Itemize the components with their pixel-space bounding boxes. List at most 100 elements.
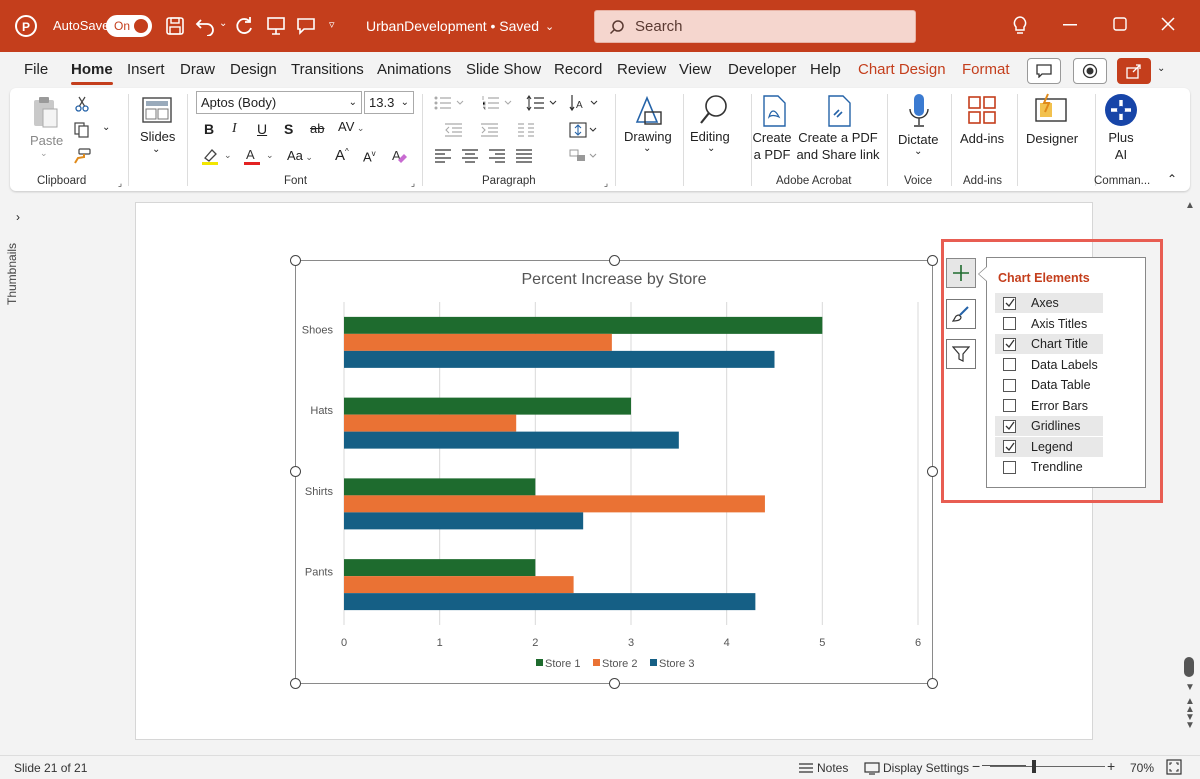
align-right-icon[interactable] bbox=[486, 146, 508, 166]
columns-icon[interactable] bbox=[515, 120, 537, 140]
redo-icon[interactable] bbox=[234, 16, 254, 36]
bar-chart[interactable]: Percent Increase by Store Pants Shirts Hat… bbox=[295, 260, 933, 684]
font-name-select[interactable]: Aptos (Body) ⌄ bbox=[196, 91, 362, 114]
highlight-dropdown-icon[interactable]: ⌄ bbox=[224, 150, 232, 161]
resize-handle-right[interactable] bbox=[927, 466, 938, 477]
close-icon[interactable] bbox=[1161, 17, 1175, 31]
create-share-pdf-button[interactable]: Create a PDF and Share link bbox=[796, 129, 880, 163]
fit-slide-icon[interactable] bbox=[1166, 759, 1182, 775]
lightbulb-icon[interactable] bbox=[1011, 15, 1029, 37]
scroll-up-icon[interactable]: ▲ bbox=[1185, 200, 1195, 211]
chart-title[interactable]: Percent Increase by Store bbox=[522, 271, 707, 288]
copy-icon[interactable] bbox=[72, 120, 92, 140]
search-input[interactable]: Search bbox=[594, 10, 916, 43]
checkbox[interactable] bbox=[1003, 358, 1016, 371]
editing-search-icon[interactable] bbox=[696, 91, 732, 129]
drawing-shapes-icon[interactable] bbox=[630, 93, 666, 129]
bar[interactable] bbox=[344, 512, 584, 530]
checkbox[interactable] bbox=[1003, 378, 1016, 392]
resize-handle-top-left[interactable] bbox=[290, 255, 301, 266]
dictate-dropdown-icon[interactable]: ⌄ bbox=[914, 146, 922, 157]
slides-icon[interactable] bbox=[138, 94, 176, 126]
maximize-icon[interactable] bbox=[1113, 17, 1127, 31]
record-button[interactable] bbox=[1073, 58, 1107, 84]
change-case-button[interactable]: Aa ⌄ bbox=[287, 148, 313, 163]
create-pdf-button[interactable]: Create a PDF bbox=[746, 129, 798, 163]
chart-element-chart-title[interactable]: Chart Title bbox=[995, 334, 1103, 354]
paste-icon[interactable] bbox=[30, 94, 60, 130]
clear-formatting-icon[interactable]: A bbox=[390, 146, 410, 166]
chart-element-axis-titles[interactable]: Axis Titles bbox=[995, 314, 1103, 334]
zoom-out-button[interactable]: − bbox=[972, 758, 980, 774]
copy-dropdown-icon[interactable]: ⌄ bbox=[102, 122, 110, 133]
clipboard-launcher-icon[interactable]: ⌟ bbox=[115, 178, 125, 188]
line-spacing-icon[interactable] bbox=[524, 93, 564, 113]
tab-design[interactable]: Design bbox=[230, 61, 277, 78]
resize-handle-top-right[interactable] bbox=[927, 255, 938, 266]
checkbox[interactable] bbox=[1003, 460, 1016, 474]
autosave-toggle[interactable]: On bbox=[106, 15, 152, 37]
checkbox[interactable] bbox=[1003, 440, 1016, 453]
addins-button[interactable]: Add-ins bbox=[960, 131, 1004, 146]
underline-button[interactable]: U bbox=[257, 121, 267, 137]
bar[interactable] bbox=[344, 414, 517, 432]
resize-handle-left[interactable] bbox=[290, 466, 301, 477]
bullets-icon[interactable] bbox=[432, 93, 476, 113]
align-center-icon[interactable] bbox=[459, 146, 481, 166]
zoom-slider-thumb[interactable] bbox=[1032, 760, 1036, 773]
tab-view[interactable]: View bbox=[679, 61, 711, 78]
align-left-icon[interactable] bbox=[432, 146, 454, 166]
bar[interactable] bbox=[344, 593, 756, 611]
resize-handle-bottom-left[interactable] bbox=[290, 678, 301, 689]
font-size-select[interactable]: 13.3 ⌄ bbox=[364, 91, 414, 114]
editing-dropdown-icon[interactable]: ⌄ bbox=[707, 143, 715, 154]
tab-animations[interactable]: Animations bbox=[377, 61, 451, 78]
shrink-font-button[interactable]: Av bbox=[363, 149, 376, 164]
tab-home[interactable]: Home bbox=[71, 61, 113, 85]
format-painter-icon[interactable] bbox=[72, 146, 92, 166]
bar[interactable] bbox=[344, 316, 823, 334]
grow-font-button[interactable]: A^ bbox=[335, 147, 349, 164]
comments-button[interactable] bbox=[1027, 58, 1061, 84]
customize-toolbar-icon[interactable]: ▿ bbox=[329, 18, 335, 31]
text-direction-icon[interactable]: A bbox=[568, 93, 604, 113]
scrollbar-thumb[interactable] bbox=[1184, 657, 1194, 677]
dictate-label[interactable]: Dictate bbox=[898, 132, 938, 147]
chart-element-axes[interactable]: Axes bbox=[995, 293, 1103, 313]
present-icon[interactable] bbox=[266, 16, 286, 36]
chart-element-gridlines[interactable]: Gridlines bbox=[995, 416, 1103, 436]
checkbox[interactable] bbox=[1003, 317, 1016, 330]
font-launcher-icon[interactable]: ⌟ bbox=[408, 178, 418, 188]
plus-ai-icon[interactable] bbox=[1103, 92, 1139, 128]
checkbox[interactable] bbox=[1003, 399, 1016, 412]
next-slide-icon[interactable]: ▼ ▼ bbox=[1185, 713, 1195, 731]
bar[interactable] bbox=[344, 495, 765, 513]
chart-styles-button[interactable] bbox=[946, 299, 976, 329]
drawing-dropdown-icon[interactable]: ⌄ bbox=[643, 143, 651, 154]
chart-element-data-table[interactable]: Data Table bbox=[995, 375, 1103, 395]
bar[interactable] bbox=[344, 350, 775, 368]
checkbox[interactable] bbox=[1003, 337, 1016, 351]
expand-thumbnails-icon[interactable]: › bbox=[16, 210, 20, 224]
tab-draw[interactable]: Draw bbox=[180, 61, 215, 78]
paste-label[interactable]: Paste bbox=[30, 133, 63, 148]
create-pdf-icon[interactable] bbox=[759, 93, 789, 129]
legend-entry[interactable]: Store 3 bbox=[659, 658, 694, 670]
vertical-scrollbar[interactable]: ▲ ▼ ▲ ▲ ▼ ▼ bbox=[1182, 200, 1196, 731]
comment-icon[interactable] bbox=[296, 16, 316, 36]
tab-review[interactable]: Review bbox=[617, 61, 666, 78]
zoom-level[interactable]: 70% bbox=[1130, 761, 1154, 775]
slides-dropdown-icon[interactable]: ⌄ bbox=[152, 144, 160, 155]
zoom-in-button[interactable]: + bbox=[1107, 758, 1115, 774]
resize-handle-bottom[interactable] bbox=[609, 678, 620, 689]
chart-filters-button[interactable] bbox=[946, 339, 976, 369]
checkbox[interactable] bbox=[1003, 296, 1016, 310]
bar[interactable] bbox=[344, 478, 536, 496]
chart-elements-button[interactable] bbox=[946, 258, 976, 288]
chart-element-trendline[interactable]: Trendline bbox=[995, 457, 1103, 477]
tab-developer[interactable]: Developer bbox=[728, 61, 796, 78]
tab-record[interactable]: Record bbox=[554, 61, 602, 78]
slides-label[interactable]: Slides bbox=[140, 129, 175, 144]
increase-indent-icon[interactable] bbox=[468, 120, 512, 140]
slide-counter[interactable]: Slide 21 of 21 bbox=[14, 761, 87, 775]
